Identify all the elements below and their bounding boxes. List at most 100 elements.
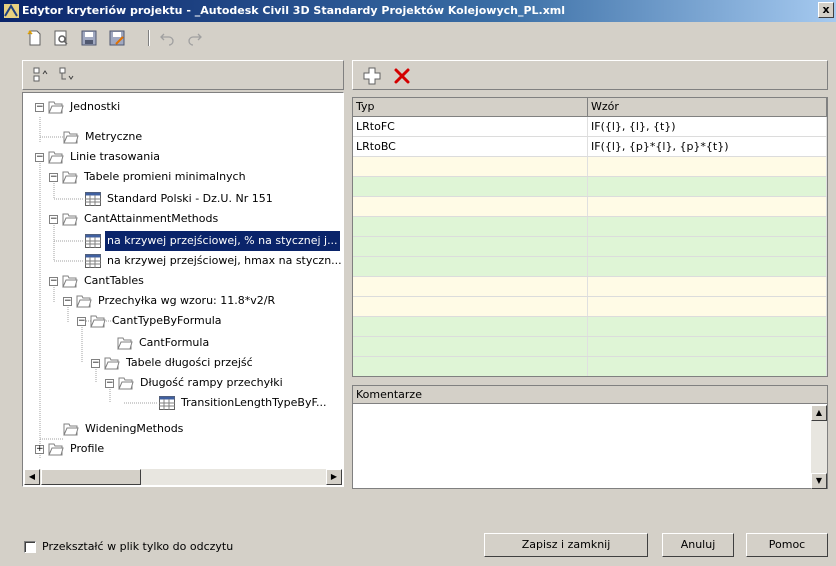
empty-row[interactable]	[353, 217, 827, 237]
collapse-toggle[interactable]: −	[105, 378, 114, 388]
tree-item-label: Standard Polski - Dz.U. Nr 151	[107, 192, 273, 205]
tree-item[interactable]: CantFormula	[117, 333, 211, 353]
scroll-left-button[interactable]: ◀	[24, 469, 40, 485]
tree-item[interactable]: + Profile	[35, 439, 106, 459]
empty-row[interactable]	[353, 277, 827, 297]
empty-row[interactable]	[353, 357, 827, 376]
empty-row[interactable]	[353, 197, 827, 217]
empty-row[interactable]	[353, 297, 827, 317]
empty-row[interactable]	[353, 257, 827, 277]
cancel-button[interactable]: Anuluj	[662, 533, 734, 557]
tree-item-label: Jednostki	[70, 100, 121, 113]
collapse-toggle[interactable]: −	[91, 358, 100, 368]
table-row[interactable]: LRtoFC IF({l}, {l}, {t})	[353, 117, 827, 137]
formula-cell[interactable]: IF({l}, {l}, {t})	[588, 117, 827, 136]
collapse-all-button[interactable]	[33, 67, 49, 86]
collapse-toggle[interactable]: −	[35, 152, 44, 162]
readonly-checkbox-row[interactable]: Przekształć w plik tylko do odczytu	[24, 540, 233, 553]
empty-row[interactable]	[353, 317, 827, 337]
tree-item[interactable]: − Tabele długości przejść	[91, 353, 255, 373]
readonly-checkbox[interactable]	[24, 540, 36, 553]
tree-item[interactable]: − CantTables	[49, 271, 146, 291]
folder-icon	[62, 275, 78, 288]
save-and-close-button[interactable]: Zapisz i zamknij	[484, 533, 648, 557]
criteria-tree[interactable]: − Jednostki Metryczne − Linie trasowania…	[22, 92, 344, 487]
collapse-toggle[interactable]: −	[49, 214, 58, 224]
table-icon	[85, 254, 101, 268]
folder-icon	[48, 151, 64, 164]
delete-row-button[interactable]	[393, 67, 411, 88]
tree-item-label: Tabele promieni minimalnych	[84, 170, 246, 183]
table-icon	[85, 234, 101, 248]
tree-item[interactable]: − CantTypeByFormula	[77, 311, 224, 331]
redo-icon	[188, 33, 202, 46]
type-cell[interactable]: LRtoFC	[353, 117, 589, 136]
save-button[interactable]	[78, 27, 100, 49]
close-button[interactable]: x	[818, 2, 834, 18]
new-button[interactable]	[24, 27, 46, 49]
undo-icon	[160, 33, 174, 46]
tree-item-label: Przechyłka wg wzoru: 11.8*v2/R	[98, 294, 276, 307]
window-title: Edytor kryteriów projektu - _Autodesk Ci…	[22, 4, 566, 17]
help-button[interactable]: Pomoc	[746, 533, 828, 557]
tree-item[interactable]: − Przechyłka wg wzoru: 11.8*v2/R	[63, 291, 277, 311]
tree-item[interactable]: WideningMethods	[63, 419, 185, 439]
tree-horizontal-scrollbar[interactable]: ◀ ▶	[24, 469, 342, 485]
column-header-type[interactable]: Typ	[353, 98, 589, 116]
tree-item[interactable]: na krzywej przejściowej, hmax na styczn.…	[85, 251, 343, 271]
grid-toolbar	[352, 60, 828, 90]
add-row-button[interactable]	[363, 67, 381, 88]
tree-item[interactable]: Standard Polski - Dz.U. Nr 151	[85, 189, 275, 209]
tree-item[interactable]: − Długość rampy przechyłki	[105, 373, 285, 393]
preview-button[interactable]	[50, 27, 72, 49]
expand-tree-icon	[59, 67, 74, 80]
scroll-thumb[interactable]	[41, 469, 141, 485]
comments-vertical-scrollbar[interactable]: ▲ ▼	[811, 405, 827, 489]
tree-item[interactable]: − Tabele promieni minimalnych	[49, 167, 248, 187]
collapse-toggle[interactable]: −	[49, 172, 58, 182]
save-icon	[81, 30, 97, 46]
tree-item-label: CantTables	[84, 274, 144, 287]
folder-icon	[63, 423, 79, 436]
empty-row[interactable]	[353, 157, 827, 177]
expand-toggle[interactable]: +	[35, 444, 44, 454]
tree-item[interactable]: − CantAttainmentMethods	[49, 209, 220, 229]
preview-icon	[54, 30, 68, 46]
tree-item[interactable]: Metryczne	[63, 127, 144, 147]
comments-textarea[interactable]	[353, 405, 811, 488]
redo-button[interactable]	[184, 27, 206, 49]
tree-item-label: CantFormula	[139, 336, 210, 349]
empty-row[interactable]	[353, 237, 827, 257]
tree-item[interactable]: − Jednostki	[35, 97, 122, 117]
collapse-toggle[interactable]: −	[49, 276, 58, 286]
collapse-toggle[interactable]: −	[63, 296, 72, 306]
comments-panel: Komentarze ▲ ▼	[352, 385, 828, 489]
tree-item-label: Metryczne	[85, 130, 143, 143]
tree-item-selected[interactable]: na krzywej przejściowej, % na stycznej j…	[85, 230, 341, 252]
column-header-formula[interactable]: Wzór	[588, 98, 827, 116]
folder-icon	[90, 315, 106, 328]
tree-item[interactable]: TransitionLengthTypeByF...	[159, 393, 329, 413]
undo-button[interactable]	[156, 27, 178, 49]
folder-icon	[63, 131, 79, 144]
tree-item-label: na krzywej przejściowej, hmax na styczn.…	[107, 254, 342, 267]
folder-icon	[48, 443, 64, 456]
delete-icon	[394, 68, 410, 84]
type-cell[interactable]: LRtoBC	[353, 137, 589, 156]
expand-all-button[interactable]	[59, 67, 75, 86]
empty-row[interactable]	[353, 177, 827, 197]
empty-row[interactable]	[353, 337, 827, 357]
scroll-up-button[interactable]: ▲	[811, 405, 827, 421]
save-as-button[interactable]	[106, 27, 128, 49]
collapse-toggle[interactable]: −	[35, 102, 44, 112]
formula-grid[interactable]: Typ Wzór LRtoFC IF({l}, {l}, {t}) LRtoBC…	[352, 97, 828, 377]
collapse-tree-icon	[33, 67, 48, 82]
table-row[interactable]: LRtoBC IF({l}, {p}*{l}, {p}*{t})	[353, 137, 827, 157]
tree-item[interactable]: − Linie trasowania	[35, 147, 162, 167]
tree-item-label: Profile	[70, 442, 105, 455]
scroll-down-button[interactable]: ▼	[811, 473, 827, 489]
scroll-right-button[interactable]: ▶	[326, 469, 342, 485]
collapse-toggle[interactable]: −	[77, 316, 86, 326]
tree-toolbar	[22, 60, 344, 90]
formula-cell[interactable]: IF({l}, {p}*{l}, {p}*{t})	[588, 137, 827, 156]
